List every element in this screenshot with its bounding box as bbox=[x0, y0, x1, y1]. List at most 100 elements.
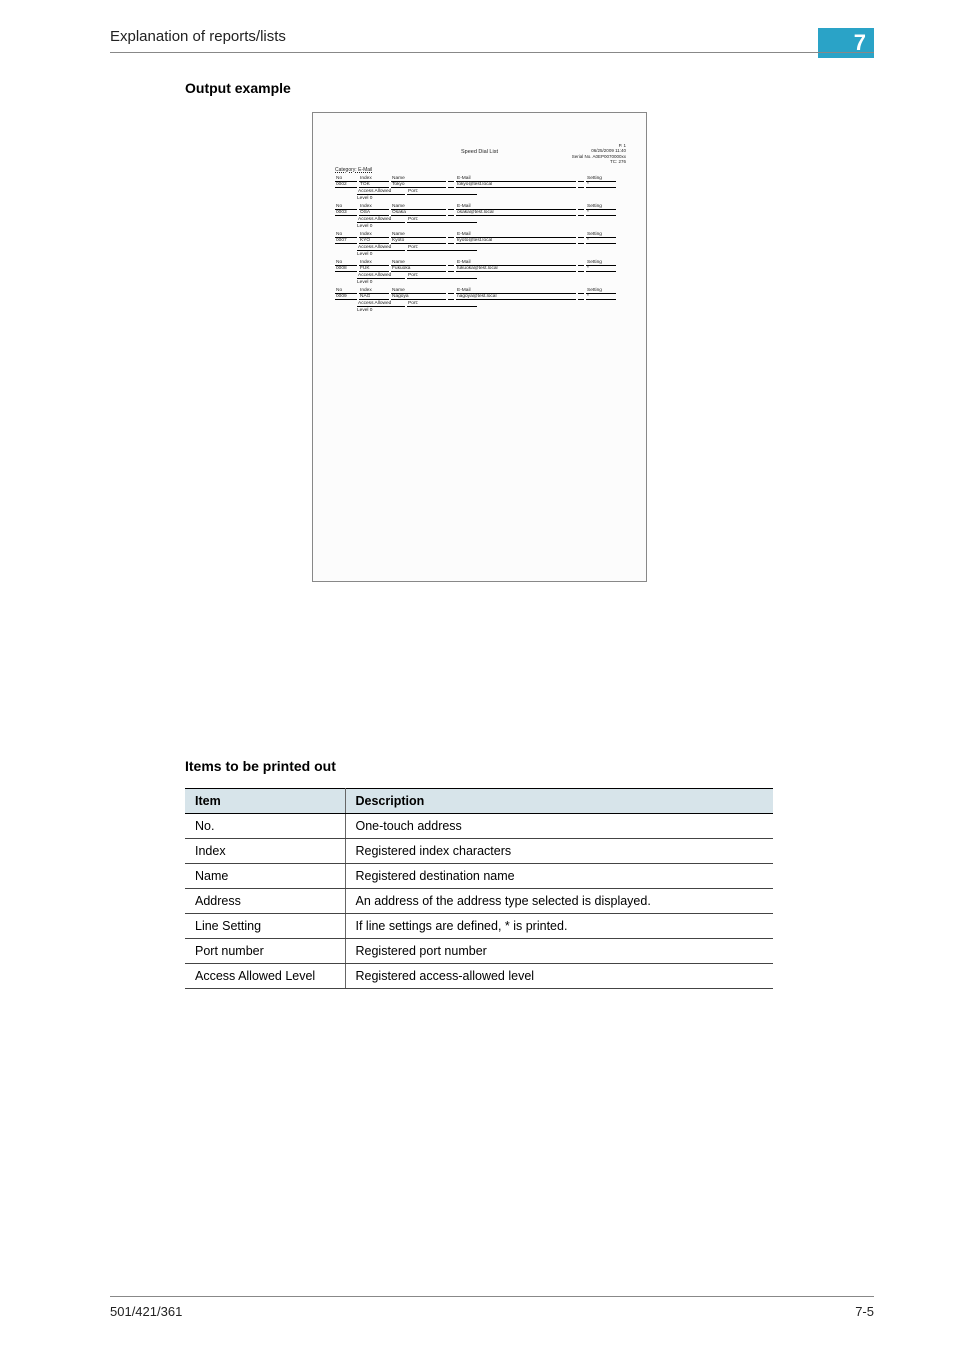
desc-cell: Registered index characters bbox=[345, 839, 773, 864]
desc-cell: An address of the address type selected … bbox=[345, 889, 773, 914]
item-cell: Index bbox=[185, 839, 345, 864]
page-header: Explanation of reports/lists 7 bbox=[110, 28, 854, 58]
report-cell bbox=[448, 271, 454, 272]
table-row: Port numberRegistered port number bbox=[185, 939, 773, 964]
footer-rule bbox=[110, 1296, 874, 1297]
report-cell: * bbox=[586, 266, 616, 272]
report-cell bbox=[448, 187, 454, 188]
report-sub-port: Port: bbox=[407, 301, 477, 307]
report-cell: Nagoya bbox=[391, 294, 446, 300]
report-sub-access: Access Allowed bbox=[357, 189, 405, 195]
report-entry: NoIndexNameE-MailSetting0008FUKFukuokafu… bbox=[335, 260, 624, 285]
report-cell bbox=[448, 215, 454, 216]
report-cell: Osaka bbox=[391, 210, 446, 216]
report-cell: 0002 bbox=[335, 182, 357, 188]
chapter-badge-wrap: 7 bbox=[818, 28, 874, 58]
report-sub-access: Access Allowed bbox=[357, 245, 405, 251]
items-col-item: Item bbox=[185, 789, 345, 814]
report-head-cell bbox=[448, 237, 454, 238]
table-row: No.One-touch address bbox=[185, 814, 773, 839]
items-table: Item Description No.One-touch addressInd… bbox=[185, 788, 773, 989]
report-entry: NoIndexNameE-MailSetting0009NAGNagoyanag… bbox=[335, 288, 624, 313]
report-cell bbox=[448, 243, 454, 244]
report-cell: 0007 bbox=[335, 238, 357, 244]
report-cell: 0003 bbox=[335, 210, 357, 216]
desc-cell: Registered access-allowed level bbox=[345, 964, 773, 989]
report-head-cell bbox=[448, 181, 454, 182]
report-cell: Fukuoka bbox=[391, 266, 446, 272]
report-cell: * bbox=[586, 238, 616, 244]
section-output-example: Output example bbox=[185, 80, 291, 96]
report-level: Level 0 bbox=[357, 196, 624, 201]
report-cell bbox=[578, 243, 584, 244]
report-cell: 0008 bbox=[335, 266, 357, 272]
report-sub-port: Port: bbox=[407, 217, 477, 223]
desc-cell: Registered port number bbox=[345, 939, 773, 964]
report-cell: FUK bbox=[359, 266, 389, 272]
report-head-cell bbox=[578, 181, 584, 182]
section-items-heading: Items to be printed out bbox=[185, 758, 336, 774]
report-cell: * bbox=[586, 294, 616, 300]
report-level: Level 0 bbox=[357, 280, 624, 285]
item-cell: Address bbox=[185, 889, 345, 914]
report-entries: NoIndexNameE-MailSetting0002TOKTokyotoky… bbox=[335, 176, 624, 313]
header-title: Explanation of reports/lists bbox=[110, 28, 286, 45]
report-level: Level 0 bbox=[357, 224, 624, 229]
report-cell: fukuoka@test.local bbox=[456, 266, 576, 272]
report-cell: NAG bbox=[359, 294, 389, 300]
report-head-cell bbox=[578, 265, 584, 266]
report-level: Level 0 bbox=[357, 252, 624, 257]
report-sub-port: Port: bbox=[407, 273, 477, 279]
report-cell: Kyoto bbox=[391, 238, 446, 244]
report-cell: osaka@test.local bbox=[456, 210, 576, 216]
report-head-cell bbox=[448, 293, 454, 294]
report-head-cell bbox=[448, 209, 454, 210]
desc-cell: If line settings are defined, * is print… bbox=[345, 914, 773, 939]
footer-left: 501/421/361 bbox=[110, 1304, 182, 1319]
report-cell: tokyo@test.local bbox=[456, 182, 576, 188]
report-cell bbox=[578, 187, 584, 188]
item-cell: Line Setting bbox=[185, 914, 345, 939]
report-cell: Tokyo bbox=[391, 182, 446, 188]
footer-right: 7-5 bbox=[855, 1304, 874, 1319]
report-cell: nagoya@test.local bbox=[456, 294, 576, 300]
chapter-badge: 7 bbox=[818, 28, 874, 58]
header-rule bbox=[110, 52, 874, 53]
item-cell: Port number bbox=[185, 939, 345, 964]
report-sub-access: Access Allowed bbox=[357, 301, 405, 307]
report-sub-port: Port: bbox=[407, 189, 477, 195]
report-cell: * bbox=[586, 210, 616, 216]
table-row: AddressAn address of the address type se… bbox=[185, 889, 773, 914]
report-sub-port: Port: bbox=[407, 245, 477, 251]
report-head-cell bbox=[578, 209, 584, 210]
items-col-desc: Description bbox=[345, 789, 773, 814]
desc-cell: Registered destination name bbox=[345, 864, 773, 889]
report-tc: TC: 276 bbox=[572, 159, 626, 164]
report-cell bbox=[448, 299, 454, 300]
report-sub-access: Access Allowed bbox=[357, 273, 405, 279]
report-cell: TOK bbox=[359, 182, 389, 188]
report-preview: P. 1 06/25/2009 11:40 Serial No. A0EP007… bbox=[312, 112, 647, 582]
items-table-header-row: Item Description bbox=[185, 789, 773, 814]
report-cell bbox=[578, 271, 584, 272]
table-row: Line SettingIf line settings are defined… bbox=[185, 914, 773, 939]
report-category: Category: E-Mail bbox=[335, 167, 624, 173]
report-cell: OSA bbox=[359, 210, 389, 216]
report-cell: KYO bbox=[359, 238, 389, 244]
report-sub-access: Access Allowed bbox=[357, 217, 405, 223]
item-cell: Access Allowed Level bbox=[185, 964, 345, 989]
report-head-cell bbox=[578, 293, 584, 294]
table-row: NameRegistered destination name bbox=[185, 864, 773, 889]
table-row: IndexRegistered index characters bbox=[185, 839, 773, 864]
report-entry: NoIndexNameE-MailSetting0007KYOKyotokyot… bbox=[335, 232, 624, 257]
report-cell: kyoto@test.local bbox=[456, 238, 576, 244]
desc-cell: One-touch address bbox=[345, 814, 773, 839]
report-cell: * bbox=[586, 182, 616, 188]
report-cell bbox=[578, 215, 584, 216]
report-cell: 0009 bbox=[335, 294, 357, 300]
report-entry: NoIndexNameE-MailSetting0002TOKTokyotoky… bbox=[335, 176, 624, 201]
report-head-cell bbox=[448, 265, 454, 266]
item-cell: No. bbox=[185, 814, 345, 839]
report-head-cell bbox=[578, 237, 584, 238]
report-meta: P. 1 06/25/2009 11:40 Serial No. A0EP007… bbox=[572, 143, 626, 165]
